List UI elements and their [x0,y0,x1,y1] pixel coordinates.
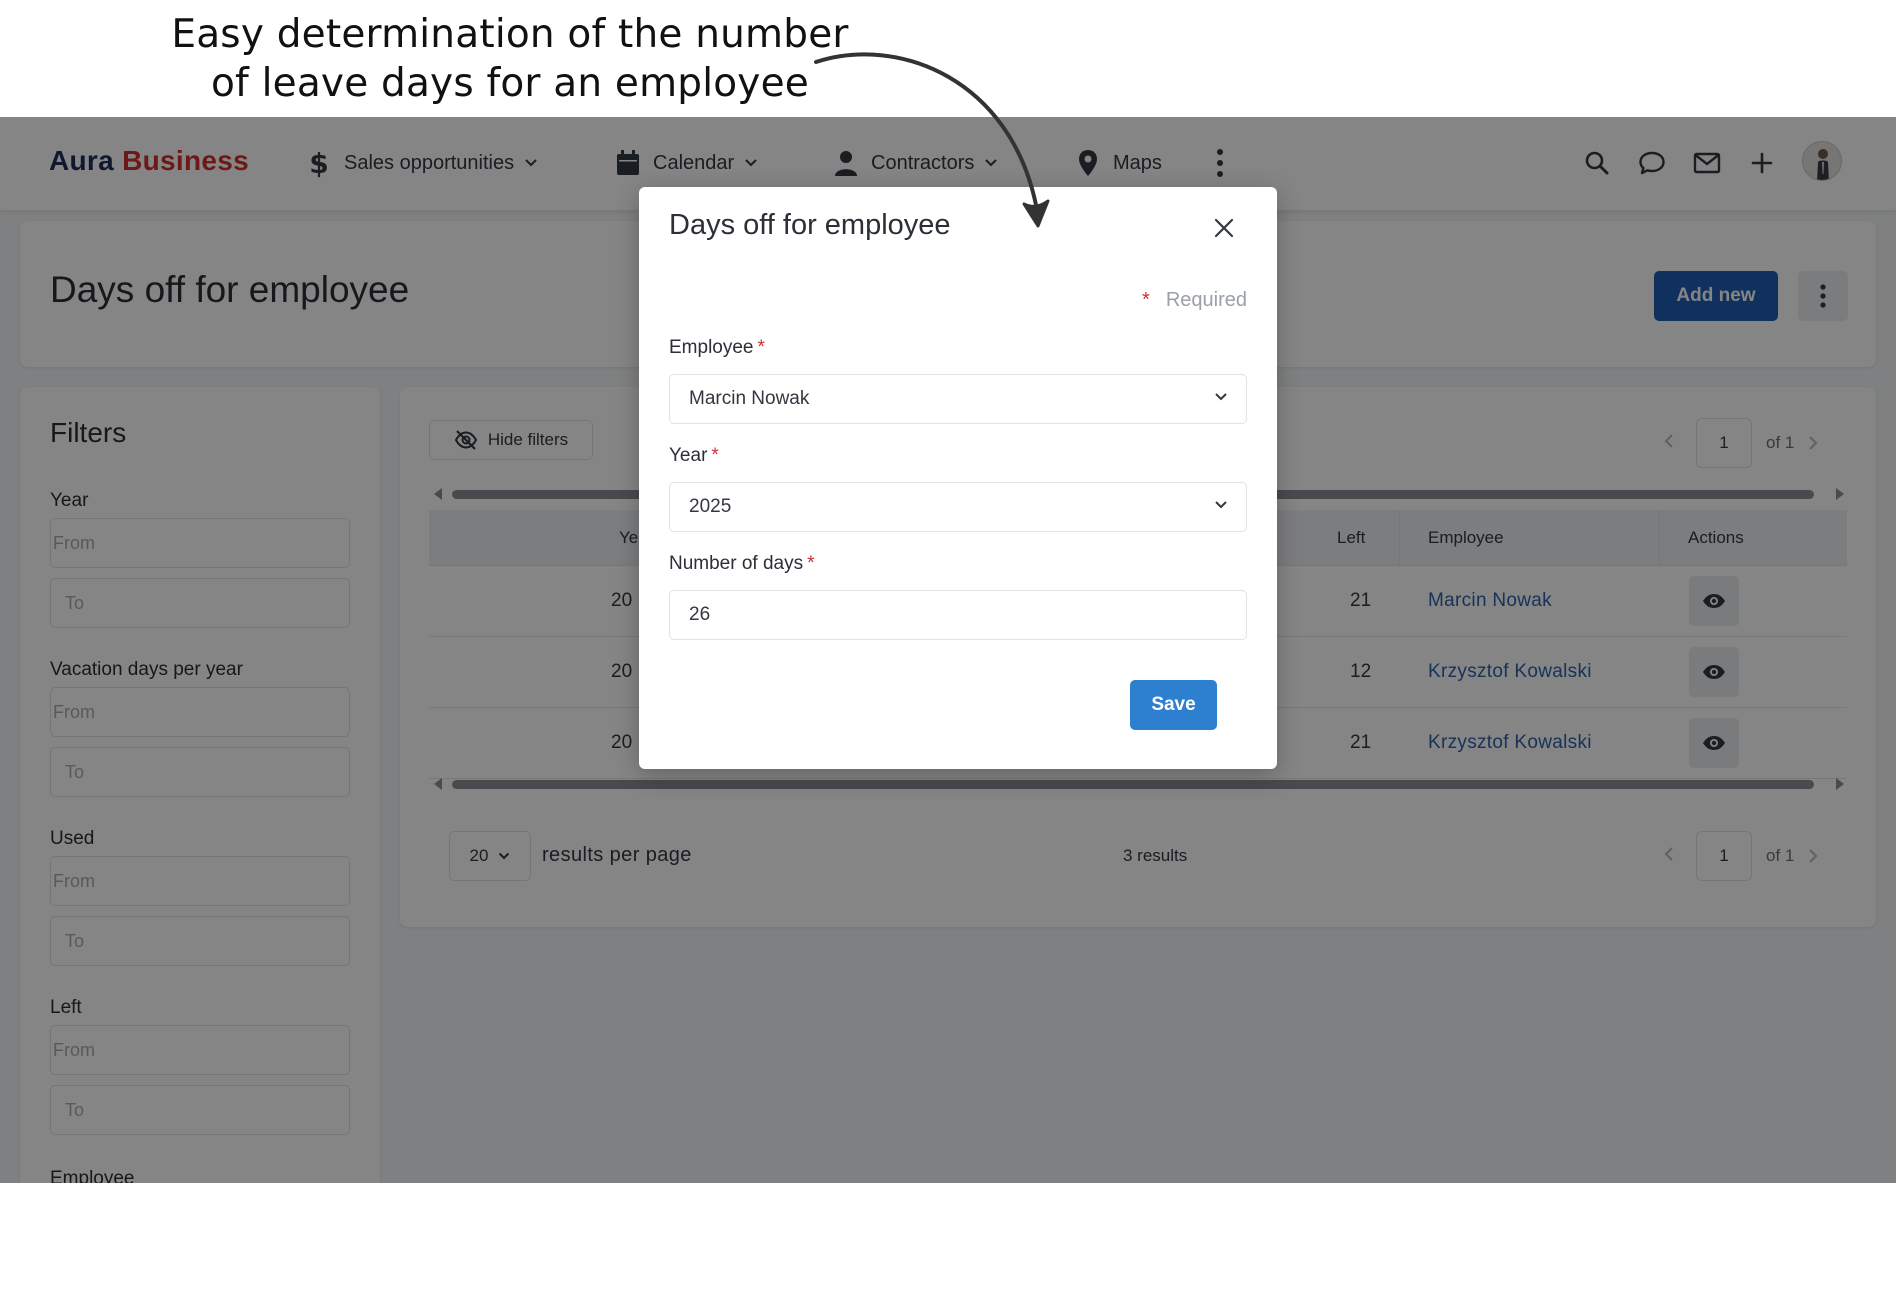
required-note: * Required [1142,289,1247,312]
modal-title: Days off for employee [669,209,951,241]
days-field-label: Number of days * [669,553,815,575]
days-off-modal: Days off for employee * Required Employee… [639,187,1277,769]
screenshot-root: Easy determination of the number of leav… [0,0,1896,1300]
callout-line-2: of leave days for an employee [211,61,809,106]
days-label-text: Number of days [669,553,804,574]
callout-line-1: Easy determination of the number [171,12,849,57]
employee-label-text: Employee [669,337,754,358]
year-select[interactable]: 2025 [669,482,1247,532]
year-select-value: 2025 [689,496,732,517]
year-field-label: Year * [669,445,719,467]
chevron-down-icon [1214,500,1228,510]
callout-text: Easy determination of the number of leav… [170,10,850,108]
year-label-text: Year [669,445,708,466]
number-of-days-value: 26 [689,604,711,625]
number-of-days-input[interactable]: 26 [669,590,1247,640]
employee-select[interactable]: Marcin Nowak [669,374,1247,424]
required-label: Required [1165,289,1247,311]
chevron-down-icon [1214,392,1228,402]
close-icon[interactable] [1209,213,1239,243]
employee-select-value: Marcin Nowak [689,388,810,409]
required-star: * [711,445,719,466]
required-star: * [807,553,815,574]
required-star: * [1142,289,1150,311]
required-star: * [757,337,765,358]
save-button[interactable]: Save [1130,680,1217,730]
employee-field-label: Employee * [669,337,765,359]
